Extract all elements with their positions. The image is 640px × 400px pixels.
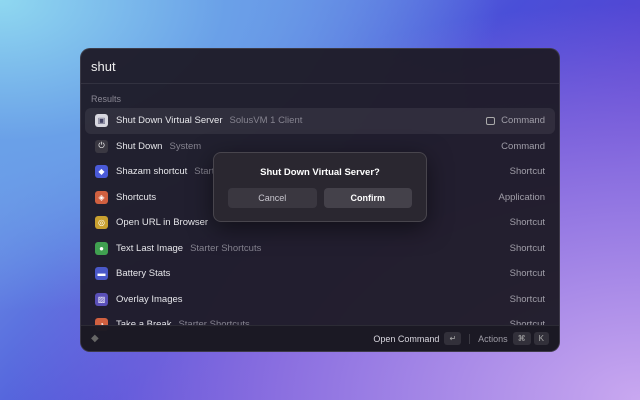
server-icon: ▣ xyxy=(95,114,108,128)
list-item[interactable]: ▣ Shut Down Virtual Server SolusVM 1 Cli… xyxy=(85,108,555,134)
cancel-button[interactable]: Cancel xyxy=(228,188,317,208)
battery-icon: ▬ xyxy=(95,267,108,281)
search-input[interactable] xyxy=(91,59,549,74)
item-type-label: Application xyxy=(498,191,545,203)
item-type: Shortcut xyxy=(510,217,545,228)
item-type: Command xyxy=(501,141,545,152)
actions-button[interactable]: Actions xyxy=(478,334,508,344)
item-type-label: Command xyxy=(501,140,545,152)
message-icon: ● xyxy=(95,241,108,255)
section-label: Results xyxy=(91,94,122,104)
item-type: Shortcut xyxy=(510,294,545,305)
item-title: Shazam shortcut xyxy=(116,166,188,178)
divider xyxy=(469,333,471,344)
item-type: Command xyxy=(486,115,545,126)
item-type-label: Shortcut xyxy=(509,293,545,305)
item-type-label: Shortcut xyxy=(509,268,545,280)
cmd-key-hint: ⌘ xyxy=(512,332,531,345)
list-item[interactable]: ▨ Overlay Images Shortcut xyxy=(85,287,555,313)
item-type-label: Shortcut xyxy=(509,217,545,229)
item-title: Open URL in Browser xyxy=(116,217,209,229)
item-subtitle: SolusVM 1 Client xyxy=(229,115,303,127)
search-bar xyxy=(81,49,559,84)
raycast-logo-icon: ◆ xyxy=(91,333,99,344)
shortcuts-icon: ◈ xyxy=(95,190,108,204)
list-item[interactable]: ▬ Battery Stats Shortcut xyxy=(85,261,555,287)
item-type: Shortcut xyxy=(510,268,545,279)
safari-icon: ◎ xyxy=(95,216,108,230)
item-subtitle: Starter Shortcuts xyxy=(190,242,262,254)
item-type: Application xyxy=(499,192,545,203)
item-type-label: Shortcut xyxy=(509,166,545,178)
item-title: Shut Down xyxy=(116,140,163,152)
item-type-label: Shortcut xyxy=(509,242,545,254)
confirm-button[interactable]: Confirm xyxy=(323,188,412,208)
item-type: Shortcut xyxy=(510,243,545,254)
power-icon: ⏻ xyxy=(95,139,108,153)
image-icon: ▨ xyxy=(95,292,108,306)
item-type: Shortcut xyxy=(510,166,545,177)
item-title: Battery Stats xyxy=(116,268,171,280)
open-command-button[interactable]: Open Command xyxy=(373,334,439,344)
confirm-dialog: Shut Down Virtual Server? Cancel Confirm xyxy=(213,152,427,222)
item-title: Shut Down Virtual Server xyxy=(116,115,223,127)
item-title: Overlay Images xyxy=(116,293,183,305)
dialog-title: Shut Down Virtual Server? xyxy=(260,167,380,178)
list-item[interactable]: ● Text Last Image Starter Shortcuts Shor… xyxy=(85,236,555,262)
item-type-label: Command xyxy=(501,115,545,127)
item-subtitle: System xyxy=(169,140,202,152)
enter-key-hint: ↵ xyxy=(444,332,462,345)
shazam-icon: ◆ xyxy=(95,165,108,179)
footer: ◆ Open Command ↵ Actions ⌘ K xyxy=(81,325,559,351)
item-title: Text Last Image xyxy=(116,242,184,254)
window-icon xyxy=(486,116,496,125)
k-key-hint: K xyxy=(533,332,549,345)
item-title: Shortcuts xyxy=(116,191,157,203)
